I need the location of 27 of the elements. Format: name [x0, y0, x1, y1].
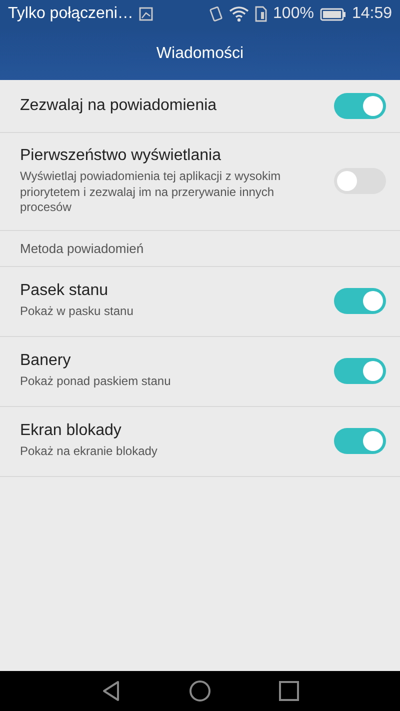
- toggle-switch[interactable]: [334, 168, 386, 194]
- setting-title: Banery: [20, 352, 72, 370]
- setting-description: Pokaż na ekranie blokady: [20, 444, 158, 460]
- setting-title: Pasek stanu: [20, 282, 110, 300]
- vibrate-icon: [209, 6, 224, 22]
- setting-description: Pokaż ponad paskiem stanu: [20, 374, 172, 390]
- clock: 14:59: [352, 5, 392, 23]
- toggle-switch[interactable]: [334, 428, 386, 454]
- sim-icon: [255, 6, 268, 22]
- battery-icon: [320, 8, 346, 20]
- setting-description: Pokaż w pasku stanu: [20, 304, 134, 320]
- toggle-switch[interactable]: [334, 358, 386, 384]
- wifi-icon: [229, 6, 250, 22]
- back-icon[interactable]: [101, 680, 121, 702]
- recents-icon[interactable]: [279, 681, 299, 701]
- toggle-switch[interactable]: [334, 93, 386, 119]
- screen-title: Wiadomości: [156, 45, 244, 63]
- section-header: Metoda powiadomień: [20, 240, 144, 256]
- home-icon[interactable]: [189, 680, 211, 702]
- image-icon: [139, 7, 154, 21]
- setting-title: Ekran blokady: [20, 422, 122, 440]
- setting-title: Pierwszeństwo wyświetlania: [20, 147, 222, 165]
- carrier-text: Tylko połączeni…: [8, 5, 134, 23]
- battery-percent: 100%: [273, 5, 314, 23]
- setting-description: Wyświetlaj powiadomienia tej aplikacji z wysokim priorytetem i zezwalaj im na przerywanie innych procesów: [20, 169, 282, 216]
- toggle-switch[interactable]: [334, 288, 386, 314]
- setting-title: Zezwalaj na powiadomienia: [20, 97, 218, 115]
